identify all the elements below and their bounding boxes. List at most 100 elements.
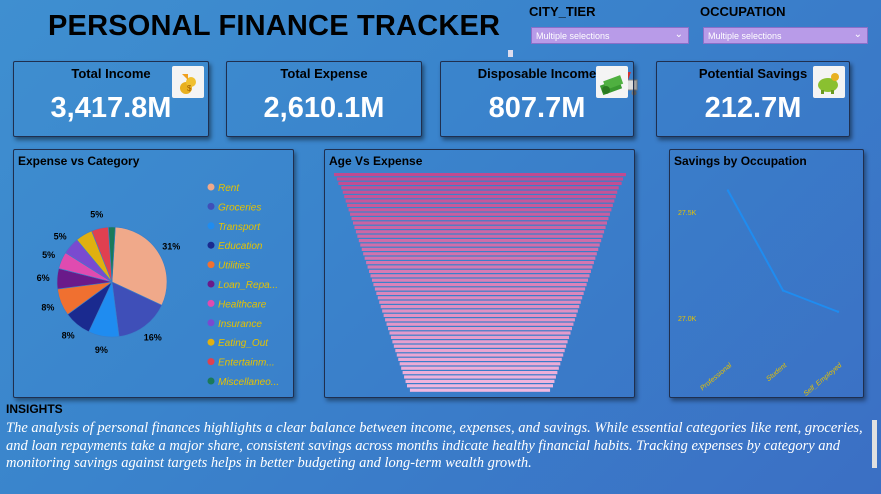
- funnel-bar[interactable]: [389, 331, 571, 335]
- x-tick-label: Self_Employed: [803, 361, 844, 397]
- occupation-filter-label: OCCUPATION: [700, 4, 786, 19]
- legend-item[interactable]: Groceries: [218, 202, 261, 213]
- funnel-bar[interactable]: [357, 234, 603, 238]
- legend-item[interactable]: Healthcare: [218, 299, 267, 310]
- occupation-filter-dropdown[interactable]: Multiple selections ⌄: [703, 27, 868, 44]
- funnel-bar[interactable]: [402, 371, 558, 375]
- legend-marker: [207, 183, 215, 191]
- funnel-bar[interactable]: [393, 344, 567, 348]
- legend-marker: [207, 299, 215, 307]
- funnel-bar[interactable]: [374, 287, 586, 291]
- funnel-bar[interactable]: [377, 296, 583, 300]
- series-line[interactable]: [727, 190, 839, 313]
- funnel-bar[interactable]: [361, 247, 599, 251]
- legend-item[interactable]: Transport: [218, 222, 261, 233]
- x-tick-label: Professional: [699, 362, 733, 392]
- svg-text:$: $: [187, 84, 192, 93]
- pie-data-label: 5%: [90, 210, 103, 220]
- funnel-bar[interactable]: [336, 177, 624, 181]
- funnel-bar[interactable]: [367, 265, 593, 269]
- coins-hand-icon: $: [172, 66, 204, 98]
- legend-item[interactable]: Eating_Out: [218, 338, 269, 349]
- savings-by-occupation-panel: Savings by Occupation 27.5K 27.0K Professi…: [669, 149, 864, 398]
- funnel-bar[interactable]: [360, 243, 600, 247]
- line-point[interactable]: [781, 289, 785, 292]
- funnel-bar[interactable]: [341, 186, 619, 190]
- funnel-bar[interactable]: [401, 366, 559, 370]
- kpi-card-potential-savings[interactable]: Potential Savings 212.7M: [656, 61, 850, 137]
- funnel-bar[interactable]: [398, 357, 562, 361]
- focus-marker: [508, 50, 513, 57]
- piggy-bank-icon: [813, 66, 845, 98]
- funnel-bar[interactable]: [404, 375, 556, 379]
- chevron-down-icon: ⌄: [853, 29, 862, 40]
- y-tick-label: 27.0K: [678, 316, 697, 323]
- funnel-bar[interactable]: [382, 309, 578, 313]
- legend-marker: [207, 358, 215, 366]
- funnel-bar[interactable]: [380, 305, 580, 309]
- funnel-bar[interactable]: [392, 340, 568, 344]
- legend-item[interactable]: Entertainm...: [218, 358, 275, 369]
- legend-item[interactable]: Miscellaneo...: [218, 377, 279, 388]
- funnel-bar[interactable]: [345, 199, 615, 203]
- funnel-bar[interactable]: [358, 239, 602, 243]
- funnel-bar[interactable]: [395, 349, 565, 353]
- legend-marker: [207, 241, 215, 249]
- funnel-bar[interactable]: [366, 261, 594, 265]
- funnel-bar[interactable]: [383, 313, 577, 317]
- funnel-bar[interactable]: [386, 322, 574, 326]
- funnel-bar[interactable]: [354, 225, 606, 229]
- pie-data-label: 9%: [95, 345, 108, 355]
- funnel-bar[interactable]: [379, 300, 581, 304]
- legend-marker: [207, 319, 215, 327]
- kpi-card-total-income[interactable]: Total Income 3,417.8M $: [13, 61, 209, 137]
- funnel-bar[interactable]: [334, 173, 626, 177]
- insights-body: The analysis of personal finances highli…: [6, 420, 863, 471]
- funnel-bar[interactable]: [376, 291, 584, 295]
- legend-item[interactable]: Utilities: [218, 261, 250, 272]
- line-point[interactable]: [726, 189, 730, 192]
- funnel-bar[interactable]: [407, 384, 553, 388]
- funnel-bar[interactable]: [409, 388, 551, 392]
- y-tick-label: 27.5K: [678, 210, 697, 217]
- pie-data-label: 8%: [62, 330, 75, 340]
- funnel-bar[interactable]: [342, 190, 618, 194]
- funnel-bar[interactable]: [351, 217, 609, 221]
- funnel-bar[interactable]: [399, 362, 561, 366]
- funnel-bar[interactable]: [405, 379, 555, 383]
- funnel-bar[interactable]: [370, 274, 590, 278]
- funnel-bar[interactable]: [371, 278, 589, 282]
- expense-vs-category-panel: Expense vs Category 31% 16% 9% 8% 8% 6% 5% 5% 5%…: [13, 149, 294, 398]
- age-vs-expense-panel: Age Vs Expense: [324, 149, 635, 398]
- funnel-bar[interactable]: [347, 203, 613, 207]
- legend-item[interactable]: Education: [218, 241, 263, 252]
- funnel-bar[interactable]: [385, 318, 575, 322]
- legend-item[interactable]: Loan_Repa...: [218, 280, 278, 291]
- page-title: PERSONAL FINANCE TRACKER: [48, 10, 501, 42]
- funnel-bar[interactable]: [388, 327, 572, 331]
- insights-scrollbar[interactable]: [872, 420, 877, 468]
- pie-data-label: 5%: [42, 250, 55, 260]
- city-tier-filter-dropdown[interactable]: Multiple selections ⌄: [531, 27, 689, 44]
- funnel-bar[interactable]: [373, 283, 587, 287]
- funnel-bar[interactable]: [344, 195, 616, 199]
- legend-item[interactable]: Rent: [218, 183, 240, 194]
- funnel-bar[interactable]: [369, 269, 591, 273]
- legend-marker: [207, 280, 215, 288]
- funnel-bar[interactable]: [338, 181, 622, 185]
- funnel-bar[interactable]: [364, 256, 596, 260]
- funnel-bar[interactable]: [355, 230, 605, 234]
- funnel-bar[interactable]: [348, 208, 612, 212]
- funnel-bar[interactable]: [350, 212, 610, 216]
- pie-data-label: 16%: [144, 333, 162, 343]
- funnel-bar[interactable]: [352, 221, 608, 225]
- funnel-bar[interactable]: [363, 252, 597, 256]
- kpi-card-total-expense[interactable]: Total Expense 2,610.1M: [226, 61, 638, 137]
- legend-marker: [207, 338, 215, 346]
- funnel-bar[interactable]: [396, 353, 564, 357]
- legend-item[interactable]: Insurance: [218, 319, 262, 330]
- legend-marker: [207, 202, 215, 210]
- funnel-bar[interactable]: [390, 335, 570, 339]
- kpi-card-disposable-income[interactable]: Disposable Income 807.7M: [440, 61, 634, 137]
- line-point[interactable]: [836, 310, 840, 313]
